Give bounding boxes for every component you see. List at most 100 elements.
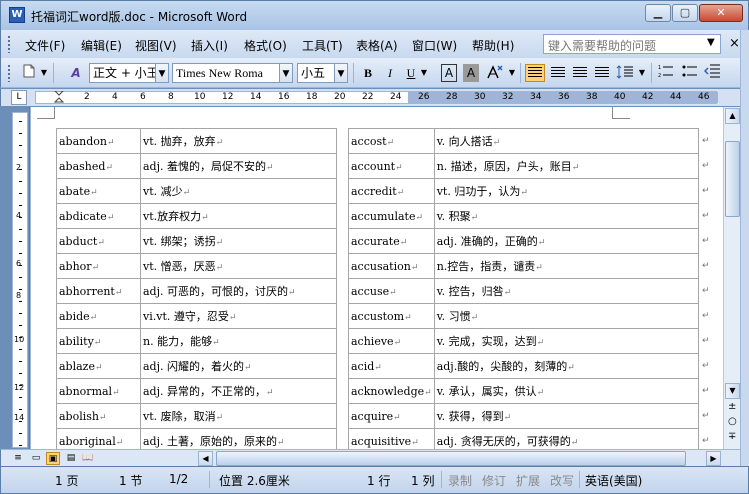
numbering-icon[interactable]: 12	[657, 64, 675, 82]
underline-button[interactable]: U	[403, 64, 419, 82]
definition-cell[interactable]: vt. 绑架；诱拐↵	[140, 228, 337, 254]
word-cell[interactable]: aboriginal↵	[56, 428, 141, 449]
next-page-icon[interactable]: ∓	[728, 431, 736, 442]
definition-cell[interactable]: n.控告，指责，谴责↵	[433, 253, 699, 279]
justify-button[interactable]	[593, 64, 611, 82]
menu-table[interactable]: 表格(A)	[356, 37, 398, 54]
font-select[interactable]: Times New Roma	[172, 63, 280, 83]
tab-selector[interactable]: L	[11, 90, 27, 105]
line-spacing-icon[interactable]	[615, 64, 635, 82]
word-cell[interactable]: abdicate↵	[56, 203, 141, 229]
word-cell[interactable]: accumulate↵	[348, 203, 435, 229]
scroll-right-button[interactable]: ▶	[706, 451, 721, 466]
styles-formatting-icon[interactable]: A	[65, 64, 87, 82]
definition-cell[interactable]: v. 完成，实现，达到↵	[433, 328, 699, 354]
word-app-icon[interactable]: W	[9, 7, 25, 23]
minimize-button[interactable]: ▁	[645, 4, 671, 22]
document-close-icon[interactable]: ×	[729, 36, 740, 51]
italic-button[interactable]: I	[381, 64, 399, 82]
vertical-scroll-thumb[interactable]	[725, 141, 740, 217]
horizontal-scroll-thumb[interactable]	[216, 451, 686, 466]
definition-cell[interactable]: v. 向人搭话↵	[433, 128, 699, 154]
word-cell[interactable]: achieve↵	[348, 328, 435, 354]
document-page[interactable]: abandon↵ vt. 抛弃，放弃↵ accost↵ v. 向人搭话↵ abashed…	[31, 107, 723, 449]
select-browse-object-icon[interactable]: ○	[728, 416, 737, 427]
vertical-scrollbar[interactable]: ▲ ▼ ± ○ ∓	[723, 107, 740, 449]
text-effects-dropdown-icon[interactable]: ▼	[507, 64, 517, 82]
scroll-up-button[interactable]: ▲	[725, 108, 740, 124]
new-document-icon[interactable]	[19, 64, 39, 82]
definition-cell[interactable]: v. 控告，归咎↵	[433, 278, 699, 304]
status-track-changes[interactable]: 修订	[482, 472, 506, 489]
reading-layout-view-icon[interactable]: 📖	[81, 452, 95, 465]
vocabulary-table[interactable]: abandon↵ vt. 抛弃，放弃↵ accost↵ v. 向人搭话↵ abashed…	[56, 128, 699, 449]
word-cell[interactable]: acquire↵	[348, 403, 435, 429]
menu-file[interactable]: 文件(F)	[25, 37, 65, 54]
definition-cell[interactable]: adj. 可恶的，可恨的，讨厌的↵	[140, 278, 337, 304]
definition-cell[interactable]: vt. 废除，取消↵	[140, 403, 337, 429]
definition-cell[interactable]: adj. 闪耀的，着火的↵	[140, 353, 337, 379]
print-layout-view-icon[interactable]: ▣	[46, 452, 60, 465]
horizontal-ruler[interactable]: 2 4 6 8 10 12 14 16 18 20 22 24 26 28 30…	[35, 90, 718, 104]
normal-view-icon[interactable]: ≡	[11, 452, 25, 465]
word-cell[interactable]: abhorrent↵	[56, 278, 141, 304]
word-cell[interactable]: acquisitive↵	[348, 428, 435, 449]
word-cell[interactable]: accost↵	[348, 128, 435, 154]
menu-edit[interactable]: 编辑(E)	[81, 37, 122, 54]
definition-cell[interactable]: adj. 异常的，不正常的，↵	[140, 378, 337, 404]
previous-page-icon[interactable]: ±	[728, 401, 736, 412]
align-center-button[interactable]	[549, 64, 567, 82]
word-cell[interactable]: abate↵	[56, 178, 141, 204]
definition-cell[interactable]: v. 承认，属实，供认↵	[433, 378, 699, 404]
menu-insert[interactable]: 插入(I)	[191, 37, 228, 54]
status-overtype[interactable]: 改写	[550, 472, 574, 489]
web-layout-view-icon[interactable]: ▭	[29, 452, 43, 465]
word-cell[interactable]: accuse↵	[348, 278, 435, 304]
character-border-button[interactable]: A	[441, 64, 457, 82]
word-cell[interactable]: accusation↵	[348, 253, 435, 279]
style-select[interactable]: 正文 + 小王	[89, 63, 156, 83]
definition-cell[interactable]: vt.放弃权力↵	[140, 203, 337, 229]
definition-cell[interactable]: vt. 减少↵	[140, 178, 337, 204]
word-cell[interactable]: abhor↵	[56, 253, 141, 279]
line-spacing-dropdown-icon[interactable]: ▼	[637, 64, 647, 82]
outline-view-icon[interactable]: ▤	[64, 452, 78, 465]
definition-cell[interactable]: v. 积聚↵	[433, 203, 699, 229]
indent-marker-icon[interactable]	[53, 90, 65, 104]
menu-view[interactable]: 视图(V)	[135, 37, 177, 54]
definition-cell[interactable]: adj.酸的，尖酸的，刻薄的↵	[433, 353, 699, 379]
scroll-down-button[interactable]: ▼	[725, 383, 740, 399]
word-cell[interactable]: ability↵	[56, 328, 141, 354]
definition-cell[interactable]: vi.vt. 遵守，忍受↵	[140, 303, 337, 329]
status-record-macro[interactable]: 录制	[448, 472, 472, 489]
bold-button[interactable]: B	[359, 64, 377, 82]
status-extend-selection[interactable]: 扩展	[516, 472, 540, 489]
menu-format[interactable]: 格式(O)	[244, 37, 287, 54]
menu-help[interactable]: 帮助(H)	[472, 37, 514, 54]
font-dropdown-icon[interactable]: ▼	[280, 63, 293, 83]
word-cell[interactable]: abide↵	[56, 303, 141, 329]
character-shading-button[interactable]: A	[463, 64, 479, 82]
word-cell[interactable]: accredit↵	[348, 178, 435, 204]
word-cell[interactable]: ablaze↵	[56, 353, 141, 379]
style-dropdown-icon[interactable]: ▼	[156, 63, 169, 83]
new-dropdown-icon[interactable]: ▼	[39, 64, 49, 82]
font-size-dropdown-icon[interactable]: ▼	[335, 63, 348, 83]
menu-tools[interactable]: 工具(T)	[302, 37, 343, 54]
word-cell[interactable]: abduct↵	[56, 228, 141, 254]
horizontal-scrollbar[interactable]: ≡ ▭ ▣ ▤ 📖 ◀ ▶	[0, 449, 740, 466]
menu-window[interactable]: 窗口(W)	[412, 37, 457, 54]
vertical-ruler[interactable]: 2 4 6 8 10 12 14	[12, 112, 28, 448]
document-area[interactable]: abandon↵ vt. 抛弃，放弃↵ accost↵ v. 向人搭话↵ abashed…	[29, 107, 723, 449]
definition-cell[interactable]: adj. 贪得无厌的，可获得的↵	[433, 428, 699, 449]
help-dropdown-icon[interactable]: ▼	[707, 37, 715, 48]
help-search-input[interactable]: 键入需要帮助的问题	[543, 34, 721, 54]
word-cell[interactable]: acid↵	[348, 353, 435, 379]
scroll-left-button[interactable]: ◀	[198, 451, 213, 466]
status-language[interactable]: 英语(美国)	[585, 472, 642, 489]
font-size-select[interactable]: 小五	[297, 63, 335, 83]
definition-cell[interactable]: adj. 准确的，正确的↵	[433, 228, 699, 254]
word-cell[interactable]: account↵	[348, 153, 435, 179]
align-right-button[interactable]	[571, 64, 589, 82]
definition-cell[interactable]: vt. 抛弃，放弃↵	[140, 128, 337, 154]
